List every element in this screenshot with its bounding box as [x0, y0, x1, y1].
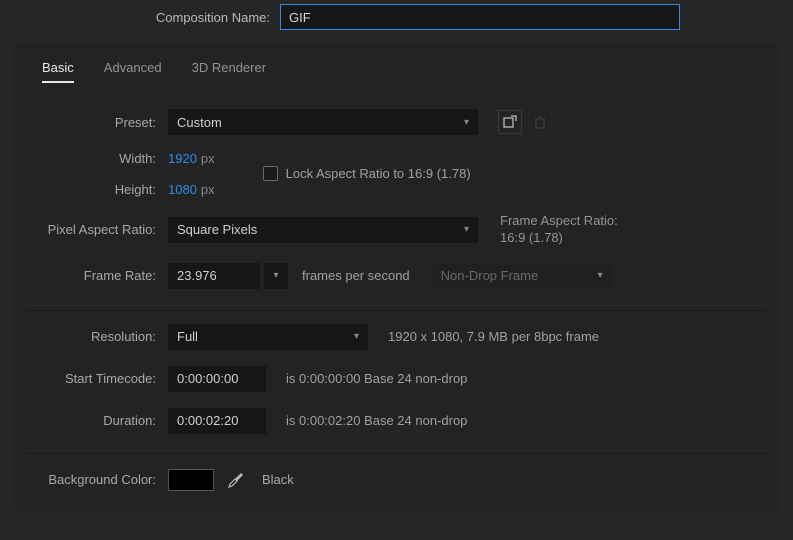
frame-rate-input[interactable]: 23.976 [168, 263, 260, 289]
separator [26, 450, 767, 451]
save-preset-button[interactable] [498, 110, 522, 134]
width-label: Width: [32, 151, 168, 166]
chevron-down-icon: ▾ [464, 117, 469, 128]
pixel-aspect-value: Square Pixels [177, 222, 257, 237]
frame-rate-dropdown[interactable]: ▾ [264, 263, 288, 289]
lock-aspect-label: Lock Aspect Ratio to 16:9 (1.78) [286, 166, 471, 181]
settings-panel: Basic Advanced 3D Renderer Preset: Custo… [14, 44, 779, 511]
start-timecode-info: is 0:00:00:00 Base 24 non-drop [286, 371, 467, 386]
chevron-down-icon: ▾ [598, 270, 603, 281]
start-timecode-label: Start Timecode: [32, 371, 168, 386]
chevron-down-icon: ▾ [273, 270, 278, 281]
frame-aspect-value: 16:9 (1.78) [500, 230, 618, 247]
bg-color-name: Black [262, 472, 294, 487]
tab-3d-renderer[interactable]: 3D Renderer [192, 60, 266, 83]
lock-aspect-checkbox[interactable] [263, 166, 278, 181]
eyedropper-button[interactable] [226, 470, 246, 490]
duration-input[interactable] [168, 408, 266, 434]
composition-name-label: Composition Name: [0, 10, 280, 25]
frame-aspect-label: Frame Aspect Ratio: [500, 213, 618, 230]
pixel-aspect-label: Pixel Aspect Ratio: [32, 222, 168, 237]
resolution-label: Resolution: [32, 329, 168, 344]
preset-value: Custom [177, 115, 222, 130]
bg-color-swatch[interactable] [168, 469, 214, 491]
height-value[interactable]: 1080 [168, 182, 197, 197]
fps-label: frames per second [302, 268, 410, 283]
duration-label: Duration: [32, 413, 168, 428]
duration-info: is 0:00:02:20 Base 24 non-drop [286, 413, 467, 428]
eyedropper-icon [228, 472, 244, 488]
height-label: Height: [32, 182, 168, 197]
separator [26, 305, 767, 306]
width-value[interactable]: 1920 [168, 151, 197, 166]
chevron-down-icon: ▾ [464, 224, 469, 235]
resolution-info: 1920 x 1080, 7.9 MB per 8bpc frame [388, 329, 599, 344]
pixel-aspect-select[interactable]: Square Pixels ▾ [168, 217, 478, 243]
save-preset-icon [503, 115, 517, 129]
height-unit: px [201, 182, 215, 197]
width-unit: px [201, 151, 215, 166]
tab-bar: Basic Advanced 3D Renderer [32, 60, 761, 83]
tab-basic[interactable]: Basic [42, 60, 74, 83]
frame-rate-value: 23.976 [177, 268, 217, 283]
chevron-down-icon: ▾ [354, 331, 359, 342]
preset-select[interactable]: Custom ▾ [168, 109, 478, 135]
frame-aspect-info: Frame Aspect Ratio: 16:9 (1.78) [500, 213, 618, 247]
trash-icon [534, 116, 546, 129]
composition-name-input[interactable] [280, 4, 680, 30]
resolution-value: Full [177, 329, 198, 344]
bg-color-label: Background Color: [32, 472, 168, 487]
resolution-select[interactable]: Full ▾ [168, 324, 368, 350]
preset-label: Preset: [32, 115, 168, 130]
drop-frame-value: Non-Drop Frame [441, 268, 539, 283]
frame-rate-label: Frame Rate: [32, 268, 168, 283]
tab-advanced[interactable]: Advanced [104, 60, 162, 83]
delete-preset-button [528, 110, 552, 134]
start-timecode-input[interactable] [168, 366, 266, 392]
drop-frame-select: Non-Drop Frame ▾ [432, 263, 612, 289]
